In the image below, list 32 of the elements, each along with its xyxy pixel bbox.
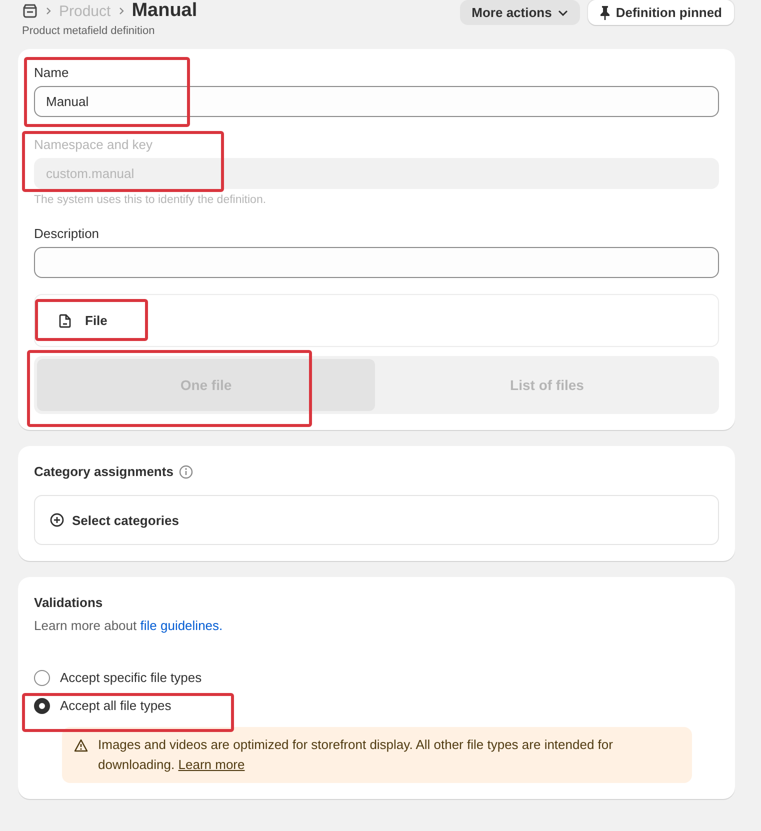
- field-label: Description: [34, 226, 100, 241]
- field-label: Name: [34, 65, 70, 80]
- pin-icon: [600, 6, 610, 20]
- type-selector[interactable]: File: [34, 294, 719, 347]
- field-label: Namespace and key: [34, 137, 154, 152]
- info-icon[interactable]: [179, 464, 194, 478]
- more-actions-button[interactable]: More actions: [460, 0, 580, 25]
- section-title: Validations: [34, 595, 104, 610]
- warning-text: Images and videos are optimized for storefront display. All other file types are intended for downloading. Learn more: [98, 736, 614, 774]
- warning-icon: [74, 739, 88, 752]
- radio-label: Accept all file types: [60, 698, 172, 713]
- radio-button[interactable]: [34, 670, 50, 686]
- store-icon[interactable]: [22, 4, 38, 18]
- description-field[interactable]: [34, 247, 719, 278]
- file-icon: [59, 314, 71, 328]
- chevron-right-icon: [46, 7, 51, 15]
- page-subtitle: Product metafield definition: [22, 25, 156, 37]
- plus-circle-icon: [50, 513, 64, 527]
- name-field[interactable]: Manual: [34, 86, 719, 117]
- learn-more-link[interactable]: Learn more: [178, 757, 245, 772]
- pin-button[interactable]: Definition pinned: [588, 0, 734, 25]
- radio-button[interactable]: [34, 698, 50, 714]
- intro-text: Learn more about file guidelines.: [34, 618, 224, 633]
- link[interactable]: file guidelines.: [140, 618, 223, 633]
- chevron-right-icon: [118, 7, 124, 15]
- select-categories-button[interactable]: Select categories: [34, 495, 719, 545]
- radio-label: Accept specific file types: [60, 670, 202, 685]
- page-title: Manual: [132, 0, 198, 22]
- help-text: The system uses this to identify the definition.: [34, 194, 268, 206]
- type-label: File: [85, 313, 108, 328]
- section-title: Category assignments: [34, 464, 174, 479]
- chevron-down-icon: [558, 10, 568, 16]
